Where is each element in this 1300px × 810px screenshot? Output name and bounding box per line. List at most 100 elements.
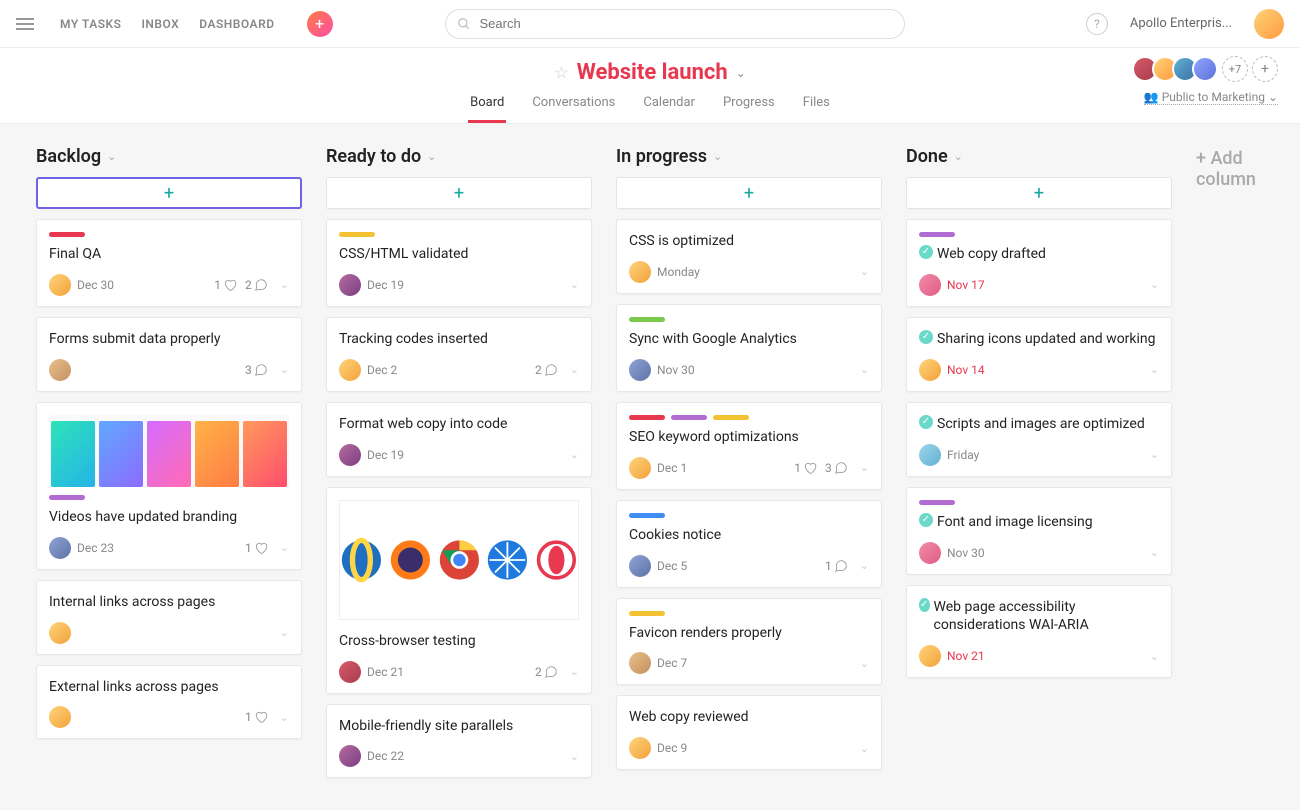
comments[interactable]: 3 xyxy=(825,461,848,475)
column-menu-caret[interactable]: ⌄ xyxy=(713,150,722,163)
comments[interactable]: 1 xyxy=(825,559,848,573)
tab-files[interactable]: Files xyxy=(801,95,832,123)
add-member-button[interactable]: + xyxy=(1252,56,1278,82)
card-menu-caret[interactable]: ⌄ xyxy=(280,541,289,554)
assignee-avatar[interactable] xyxy=(339,359,361,381)
column-menu-caret[interactable]: ⌄ xyxy=(954,150,963,163)
assignee-avatar[interactable] xyxy=(49,359,71,381)
card-menu-caret[interactable]: ⌄ xyxy=(280,278,289,291)
card[interactable]: Final QADec 3012⌄ xyxy=(36,219,302,307)
card-menu-caret[interactable]: ⌄ xyxy=(860,363,869,376)
card-menu-caret[interactable]: ⌄ xyxy=(280,626,289,639)
assignee-avatar[interactable] xyxy=(629,652,651,674)
card[interactable]: Videos have updated brandingDec 231⌄ xyxy=(36,402,302,570)
comments[interactable]: 2 xyxy=(535,363,558,377)
comments[interactable]: 2 xyxy=(245,278,268,292)
assignee-avatar[interactable] xyxy=(919,645,941,667)
card-menu-caret[interactable]: ⌄ xyxy=(860,657,869,670)
star-icon[interactable]: ☆ xyxy=(554,63,568,82)
card[interactable]: Internal links across pages⌄ xyxy=(36,580,302,655)
menu-icon[interactable] xyxy=(16,14,36,34)
card[interactable]: Sync with Google AnalyticsNov 30⌄ xyxy=(616,304,882,392)
column-title[interactable]: In progress xyxy=(616,146,707,167)
card[interactable]: Web copy reviewedDec 9⌄ xyxy=(616,695,882,770)
add-card-button[interactable]: + xyxy=(906,177,1172,209)
card-menu-caret[interactable]: ⌄ xyxy=(570,750,579,763)
add-card-button[interactable]: + xyxy=(36,177,302,209)
column-title[interactable]: Backlog xyxy=(36,146,101,167)
members-overflow[interactable]: +7 xyxy=(1222,56,1248,82)
card-menu-caret[interactable]: ⌄ xyxy=(860,461,869,474)
add-card-button[interactable]: + xyxy=(616,177,882,209)
card-menu-caret[interactable]: ⌄ xyxy=(1150,448,1159,461)
assignee-avatar[interactable] xyxy=(629,457,651,479)
card[interactable]: Forms submit data properly3⌄ xyxy=(36,317,302,392)
card-menu-caret[interactable]: ⌄ xyxy=(280,711,289,724)
column-menu-caret[interactable]: ⌄ xyxy=(107,150,116,163)
nav-my-tasks[interactable]: MY TASKS xyxy=(60,17,121,31)
card-menu-caret[interactable]: ⌄ xyxy=(570,448,579,461)
add-card-button[interactable]: + xyxy=(326,177,592,209)
likes[interactable]: 1 xyxy=(245,710,268,724)
assignee-avatar[interactable] xyxy=(629,359,651,381)
assignee-avatar[interactable] xyxy=(919,274,941,296)
project-menu-caret[interactable]: ⌄ xyxy=(736,66,746,80)
project-title[interactable]: Website launch xyxy=(577,60,728,85)
card[interactable]: External links across pages1⌄ xyxy=(36,665,302,740)
card-menu-caret[interactable]: ⌄ xyxy=(570,278,579,291)
assignee-avatar[interactable] xyxy=(49,706,71,728)
card[interactable]: Mobile-friendly site parallelsDec 22⌄ xyxy=(326,704,592,779)
card[interactable]: Tracking codes insertedDec 22⌄ xyxy=(326,317,592,392)
tab-calendar[interactable]: Calendar xyxy=(641,95,697,123)
card[interactable]: SEO keyword optimizationsDec 113⌄ xyxy=(616,402,882,490)
assignee-avatar[interactable] xyxy=(49,622,71,644)
global-add-button[interactable]: + xyxy=(307,11,333,37)
assignee-avatar[interactable] xyxy=(629,555,651,577)
card-menu-caret[interactable]: ⌄ xyxy=(1150,278,1159,291)
assignee-avatar[interactable] xyxy=(919,359,941,381)
search-input[interactable] xyxy=(445,9,905,39)
card[interactable]: Format web copy into codeDec 19⌄ xyxy=(326,402,592,477)
assignee-avatar[interactable] xyxy=(919,444,941,466)
assignee-avatar[interactable] xyxy=(339,274,361,296)
member-avatar[interactable] xyxy=(1192,56,1218,82)
card[interactable]: ✓Font and image licensingNov 30⌄ xyxy=(906,487,1172,575)
visibility-selector[interactable]: 👥 Public to Marketing ⌄ xyxy=(1144,90,1278,105)
column-title[interactable]: Ready to do xyxy=(326,146,421,167)
assignee-avatar[interactable] xyxy=(339,745,361,767)
card[interactable]: ✓Web copy draftedNov 17⌄ xyxy=(906,219,1172,307)
comments[interactable]: 3 xyxy=(245,363,268,377)
card[interactable]: CSS is optimizedMonday⌄ xyxy=(616,219,882,294)
add-column-button[interactable]: + Add column xyxy=(1196,146,1264,190)
column-menu-caret[interactable]: ⌄ xyxy=(427,150,436,163)
card-menu-caret[interactable]: ⌄ xyxy=(860,265,869,278)
nav-dashboard[interactable]: DASHBOARD xyxy=(199,17,274,31)
nav-inbox[interactable]: INBOX xyxy=(141,17,179,31)
assignee-avatar[interactable] xyxy=(339,444,361,466)
help-icon[interactable]: ? xyxy=(1086,13,1108,35)
card[interactable]: CSS/HTML validatedDec 19⌄ xyxy=(326,219,592,307)
likes[interactable]: 1 xyxy=(794,461,817,475)
card[interactable]: ✓Web page accessibility considerations W… xyxy=(906,585,1172,679)
card[interactable]: Cookies noticeDec 51⌄ xyxy=(616,500,882,588)
tab-board[interactable]: Board xyxy=(468,95,506,123)
assignee-avatar[interactable] xyxy=(49,537,71,559)
card-menu-caret[interactable]: ⌄ xyxy=(280,363,289,376)
likes[interactable]: 1 xyxy=(245,541,268,555)
tab-conversations[interactable]: Conversations xyxy=(530,95,617,123)
card-menu-caret[interactable]: ⌄ xyxy=(1150,363,1159,376)
card[interactable]: Cross-browser testingDec 212⌄ xyxy=(326,487,592,694)
card[interactable]: ✓Scripts and images are optimizedFriday⌄ xyxy=(906,402,1172,477)
card-menu-caret[interactable]: ⌄ xyxy=(1150,650,1159,663)
card-menu-caret[interactable]: ⌄ xyxy=(570,363,579,376)
assignee-avatar[interactable] xyxy=(339,661,361,683)
likes[interactable]: 1 xyxy=(214,278,237,292)
assignee-avatar[interactable] xyxy=(919,542,941,564)
card-menu-caret[interactable]: ⌄ xyxy=(1150,546,1159,559)
user-avatar[interactable] xyxy=(1254,9,1284,39)
assignee-avatar[interactable] xyxy=(629,261,651,283)
column-title[interactable]: Done xyxy=(906,146,948,167)
card-menu-caret[interactable]: ⌄ xyxy=(860,559,869,572)
card[interactable]: ✓Sharing icons updated and workingNov 14… xyxy=(906,317,1172,392)
card-menu-caret[interactable]: ⌄ xyxy=(860,742,869,755)
